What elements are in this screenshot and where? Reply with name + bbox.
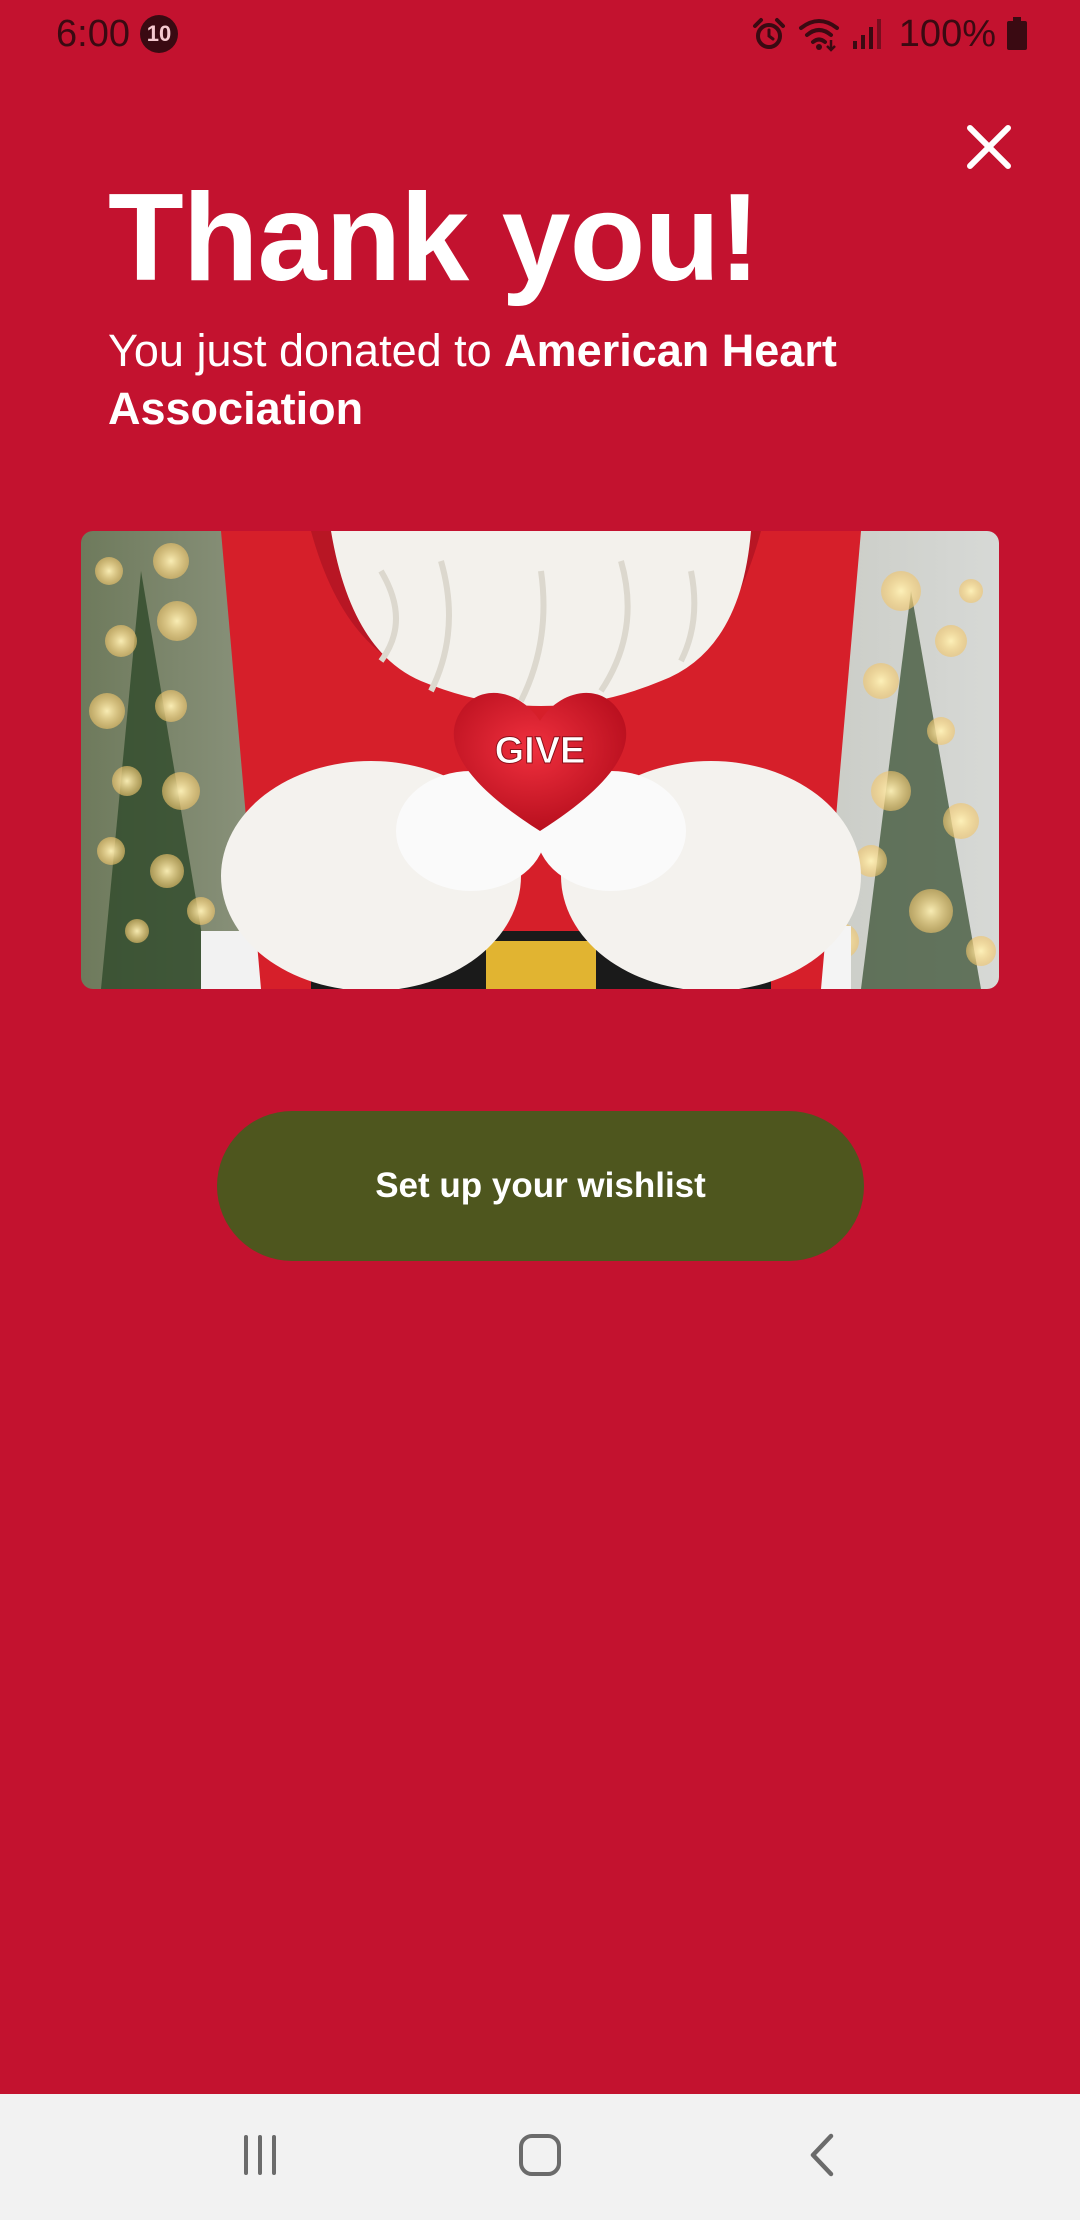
back-icon [805, 2132, 839, 2183]
page-title: Thank you! [108, 169, 760, 307]
back-button[interactable] [762, 2122, 882, 2192]
close-icon [966, 124, 1012, 175]
system-nav-bar [0, 2094, 1080, 2220]
notification-count-badge: 10 [140, 15, 178, 53]
recent-apps-icon [238, 2133, 282, 2182]
home-icon [517, 2132, 563, 2183]
home-button[interactable] [480, 2122, 600, 2192]
signal-icon [851, 17, 883, 51]
alarm-icon [751, 16, 787, 52]
battery-icon [1006, 17, 1028, 51]
set-up-wishlist-button[interactable]: Set up your wishlist [217, 1111, 864, 1261]
hero-heart-text: GIVE [495, 730, 586, 772]
battery-percentage: 100% [898, 13, 996, 55]
wifi-icon [797, 16, 841, 52]
donation-message: You just donated to American Heart Assoc… [108, 322, 968, 438]
status-time: 6:00 [56, 13, 130, 55]
status-icons: 100% [751, 10, 1028, 58]
donation-thank-you-screen: 6:00 10 100% Thank you! You just donated… [0, 0, 1080, 2094]
close-button[interactable] [958, 118, 1020, 180]
hero-image: GIVE [81, 531, 999, 989]
recent-apps-button[interactable] [200, 2122, 320, 2192]
donation-message-prefix: You just donated to [108, 325, 505, 376]
status-bar: 6:00 10 100% [0, 0, 1080, 66]
